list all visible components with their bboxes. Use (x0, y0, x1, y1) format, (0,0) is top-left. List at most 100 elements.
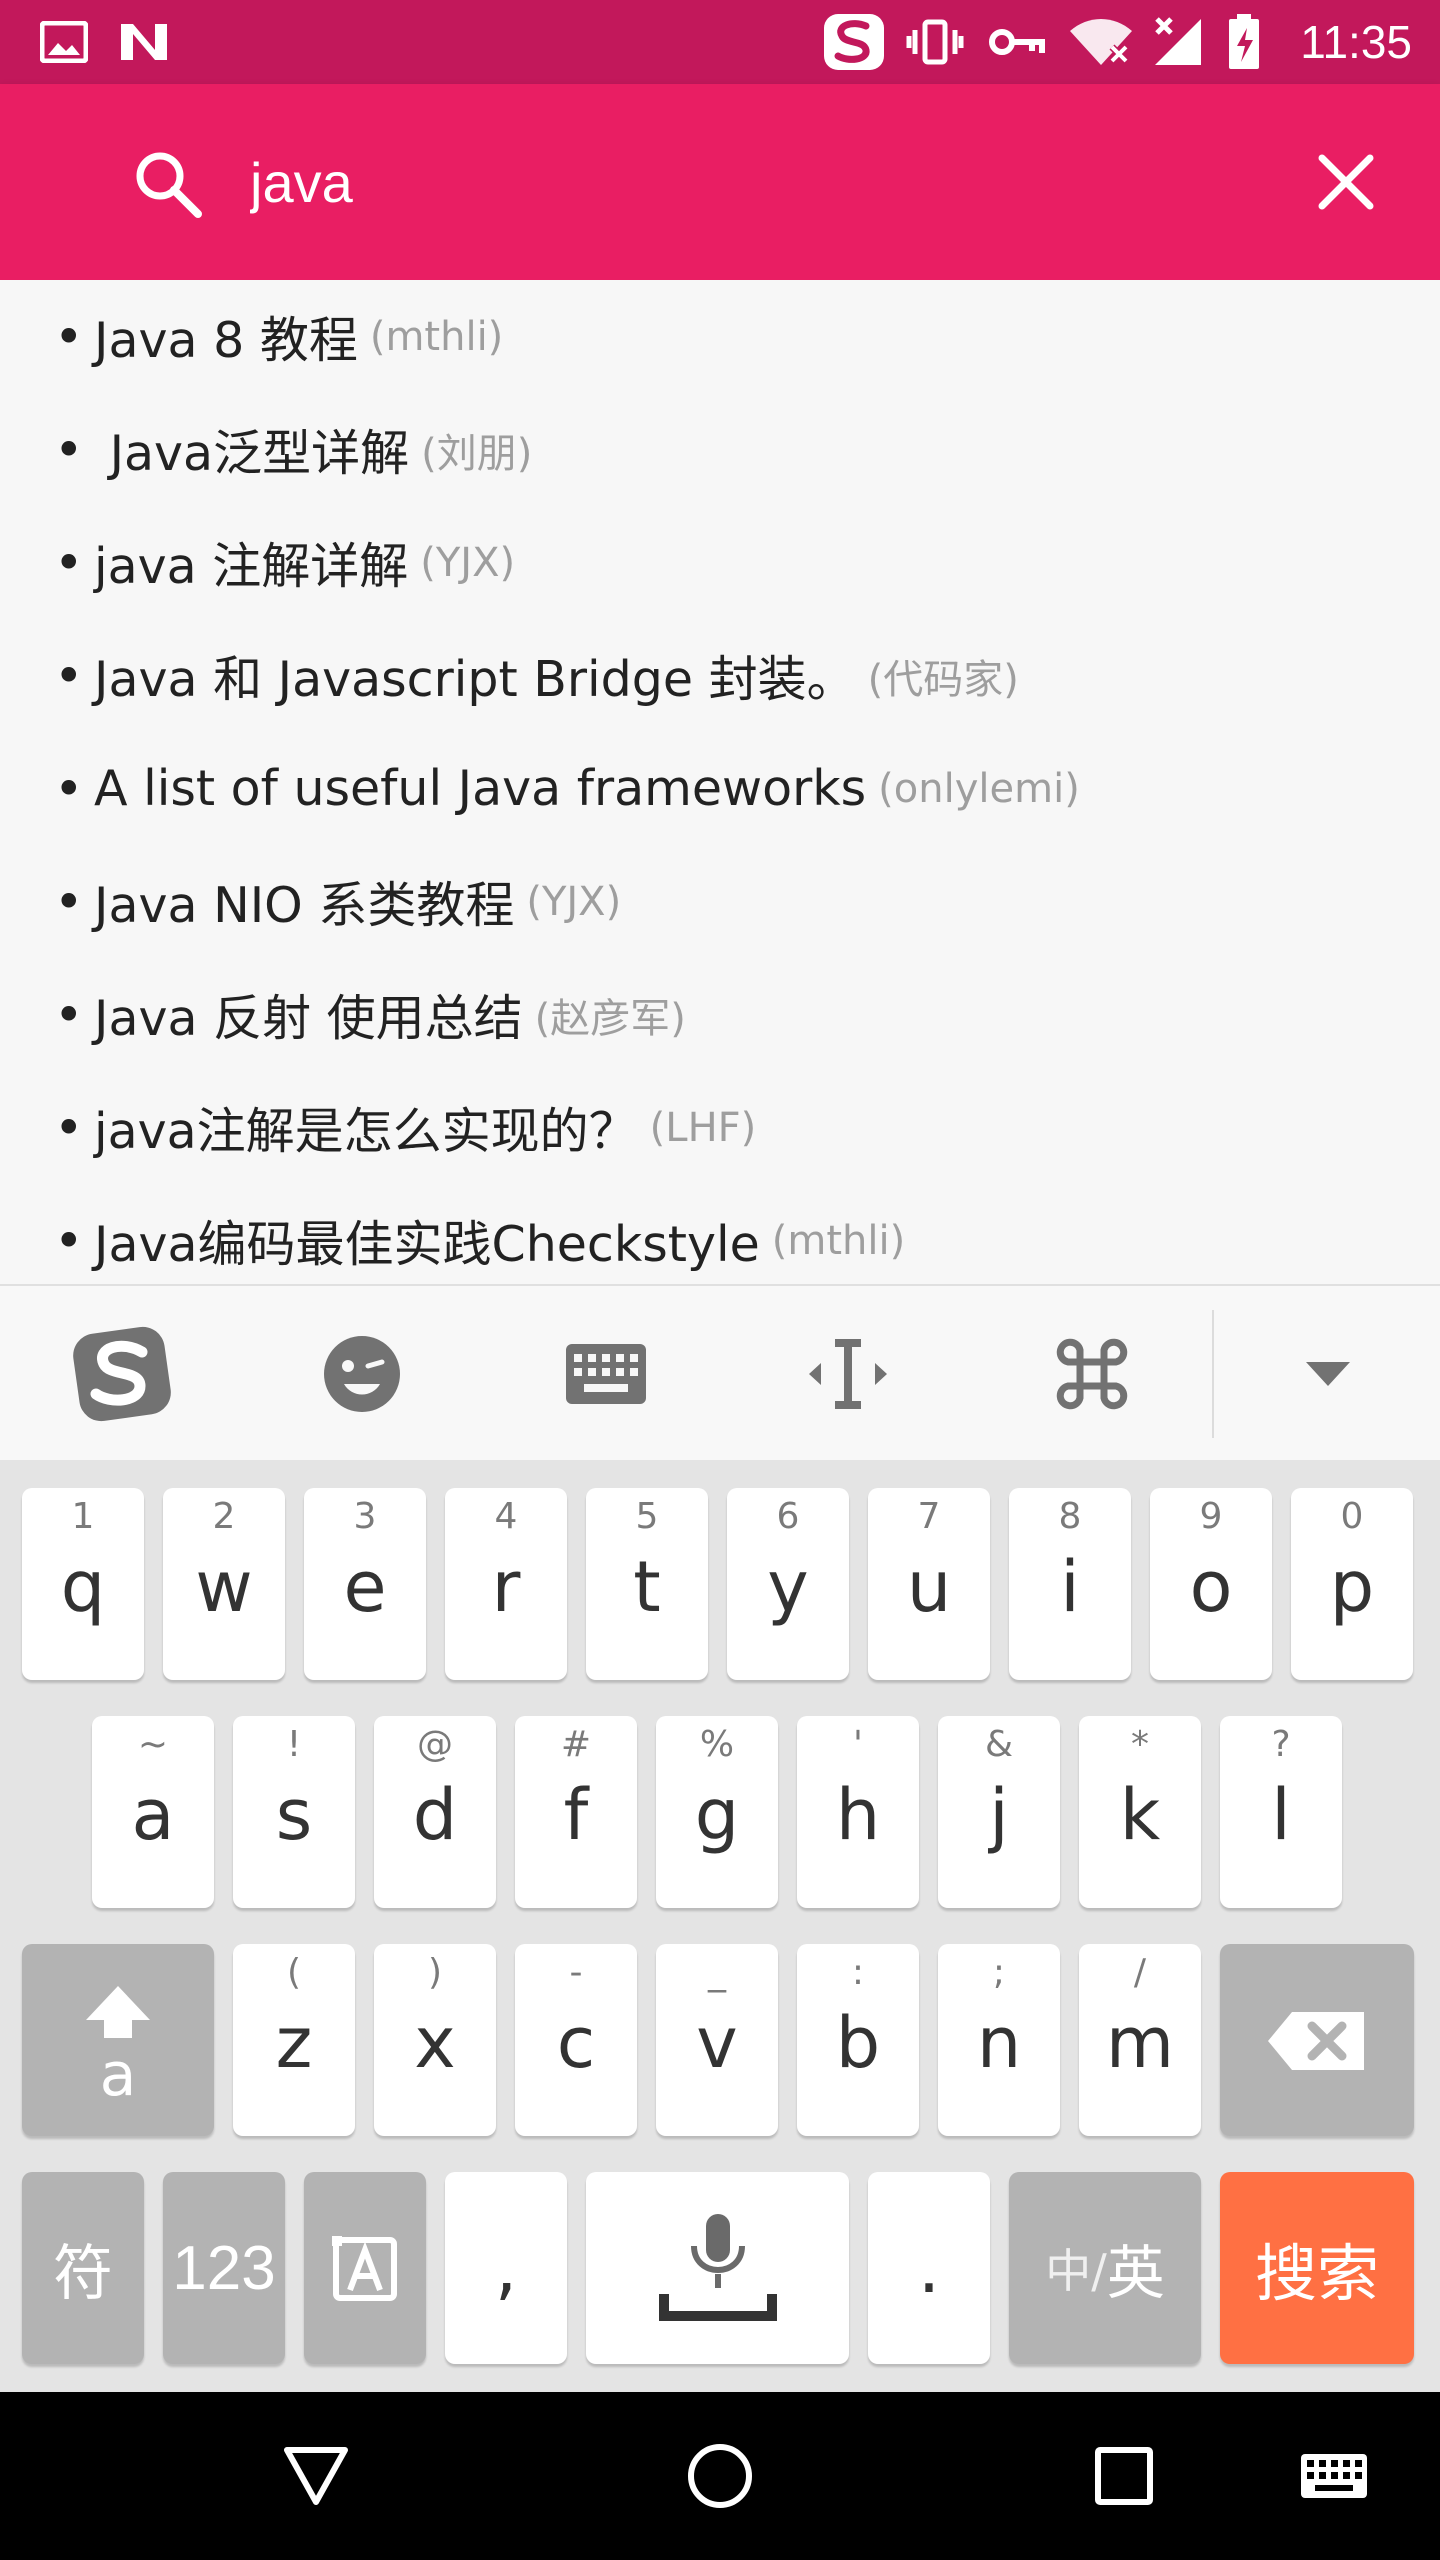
search-toolbar (0, 84, 1440, 280)
key-hint: @ (417, 1724, 453, 1765)
sogou-logo-icon[interactable] (42, 1286, 202, 1462)
result-title: A list of useful Java frameworks (94, 760, 867, 817)
key-v[interactable]: _ v (656, 1944, 778, 2136)
list-item[interactable]: • Java 反射 使用总结 (赵彦军) (0, 958, 1440, 1071)
key-hint: 7 (917, 1496, 941, 1537)
key-r[interactable]: 4r (445, 1488, 567, 1680)
handwriting-key[interactable] (304, 2172, 426, 2364)
key-hint: # (560, 1724, 592, 1765)
key-l[interactable]: ? l (1220, 1716, 1342, 1908)
key-j[interactable]: & j (938, 1716, 1060, 1908)
image-notification-icon (36, 0, 92, 84)
comma-key[interactable]: , (445, 2172, 567, 2364)
key-hint: ? (1271, 1724, 1291, 1765)
key-hint: - (569, 1952, 583, 1993)
key-w[interactable]: 2w (163, 1488, 285, 1680)
list-item[interactable]: • Java 和 Javascript Bridge 封装。 (代码家) (0, 619, 1440, 732)
key-hint: ; (992, 1952, 1006, 1993)
result-author: (YJX) (420, 539, 516, 586)
key-label: h (835, 1774, 881, 1856)
keyboard-icon[interactable] (526, 1286, 686, 1462)
key-hint: & (984, 1724, 1014, 1765)
wifi-off-icon (1066, 0, 1136, 84)
symbols-key-label: 符 (53, 2238, 113, 2309)
cursor-icon[interactable] (768, 1286, 928, 1462)
result-title: java注解是怎么实现的？ (94, 1103, 638, 1160)
backspace-key[interactable] (1220, 1944, 1414, 2136)
status-time: 11:35 (1300, 16, 1412, 68)
key-label: f (563, 1774, 589, 1856)
comma-key-label: , (494, 2227, 518, 2309)
key-a[interactable]: ~ a (92, 1716, 214, 1908)
bullet: • (54, 646, 84, 705)
key-f[interactable]: # f (515, 1716, 637, 1908)
bullet: • (54, 759, 84, 818)
key-o[interactable]: 9o (1150, 1488, 1272, 1680)
result-author: (刘朋) (421, 430, 533, 477)
list-item[interactable]: • Java 8 教程 (mthli) (0, 280, 1440, 393)
key-k[interactable]: * k (1079, 1716, 1201, 1908)
result-title: Java NIO 系类教程 (94, 877, 515, 934)
key-p[interactable]: 0p (1291, 1488, 1413, 1680)
key-n[interactable]: ; n (938, 1944, 1060, 2136)
back-icon[interactable] (236, 2392, 396, 2560)
recents-icon[interactable] (1044, 2392, 1204, 2560)
list-item[interactable]: • Java NIO 系类教程 (YJX) (0, 845, 1440, 958)
key-label: r (491, 1546, 521, 1628)
language-switch-key[interactable]: 中/英 (1009, 2172, 1201, 2364)
n-notification-icon (114, 0, 174, 84)
collapse-arrow-icon[interactable] (1248, 1286, 1408, 1462)
key-m[interactable]: / m (1079, 1944, 1201, 2136)
key-hint: ( (286, 1952, 302, 1993)
key-q[interactable]: 1q (22, 1488, 144, 1680)
search-key[interactable]: 搜索 (1220, 2172, 1414, 2364)
key-t[interactable]: 5t (586, 1488, 708, 1680)
list-item[interactable]: • Java泛型详解 (刘朋) (0, 393, 1440, 506)
period-key[interactable]: . (868, 2172, 990, 2364)
numbers-key-label: 123 (172, 2233, 276, 2303)
numbers-key[interactable]: 123 (163, 2172, 285, 2364)
battery-charging-icon (1222, 0, 1266, 84)
vibrate-icon (902, 0, 968, 84)
key-z[interactable]: (z (233, 1944, 355, 2136)
key-label: c (556, 2002, 596, 2084)
bullet: • (54, 872, 84, 931)
key-e[interactable]: 3e (304, 1488, 426, 1680)
key-i[interactable]: 8i (1009, 1488, 1131, 1680)
result-title: Java编码最佳实践Checkstyle (94, 1216, 760, 1273)
key-x[interactable]: ) x (374, 1944, 496, 2136)
home-icon[interactable] (640, 2392, 800, 2560)
key-hint: 4 (494, 1496, 518, 1537)
result-title: Java 反射 使用总结 (94, 990, 523, 1047)
keyboard-toolbar (0, 1284, 1440, 1460)
search-input[interactable] (250, 134, 1250, 230)
symbols-key[interactable]: 符 (22, 2172, 144, 2364)
key-b[interactable]: :b (797, 1944, 919, 2136)
language-switch-label: 中/英 (1009, 2172, 1201, 2364)
list-item[interactable]: • A list of useful Java frameworks (only… (0, 732, 1440, 845)
result-title: Java 和 Javascript Bridge 封装。 (94, 651, 856, 708)
key-hint: _ (708, 1952, 726, 1993)
emoji-icon[interactable] (282, 1286, 442, 1462)
close-icon[interactable] (1310, 146, 1382, 218)
key-s[interactable]: ! s (233, 1716, 355, 1908)
list-item[interactable]: • Java编码最佳实践Checkstyle (mthli) (0, 1184, 1440, 1284)
key-label: z (275, 2002, 313, 2084)
result-author: (mthli) (369, 313, 504, 360)
keyboard-switch-icon[interactable] (1254, 2392, 1414, 2560)
key-label: m (1105, 2002, 1175, 2084)
shift-key[interactable]: a (22, 1944, 214, 2136)
key-c[interactable]: -c (515, 1944, 637, 2136)
key-h[interactable]: ' h (797, 1716, 919, 1908)
key-d[interactable]: @ d (374, 1716, 496, 1908)
key-g[interactable]: % g (656, 1716, 778, 1908)
list-item[interactable]: • java注解是怎么实现的？ (LHF) (0, 1071, 1440, 1184)
list-item[interactable]: • java 注解详解 (YJX) (0, 506, 1440, 619)
bullet: • (54, 307, 84, 366)
command-icon[interactable] (1012, 1286, 1172, 1462)
bullet: • (54, 1211, 84, 1270)
space-key[interactable] (586, 2172, 849, 2364)
key-u[interactable]: 7u (868, 1488, 990, 1680)
key-label: k (1119, 1774, 1161, 1856)
key-y[interactable]: 6y (727, 1488, 849, 1680)
